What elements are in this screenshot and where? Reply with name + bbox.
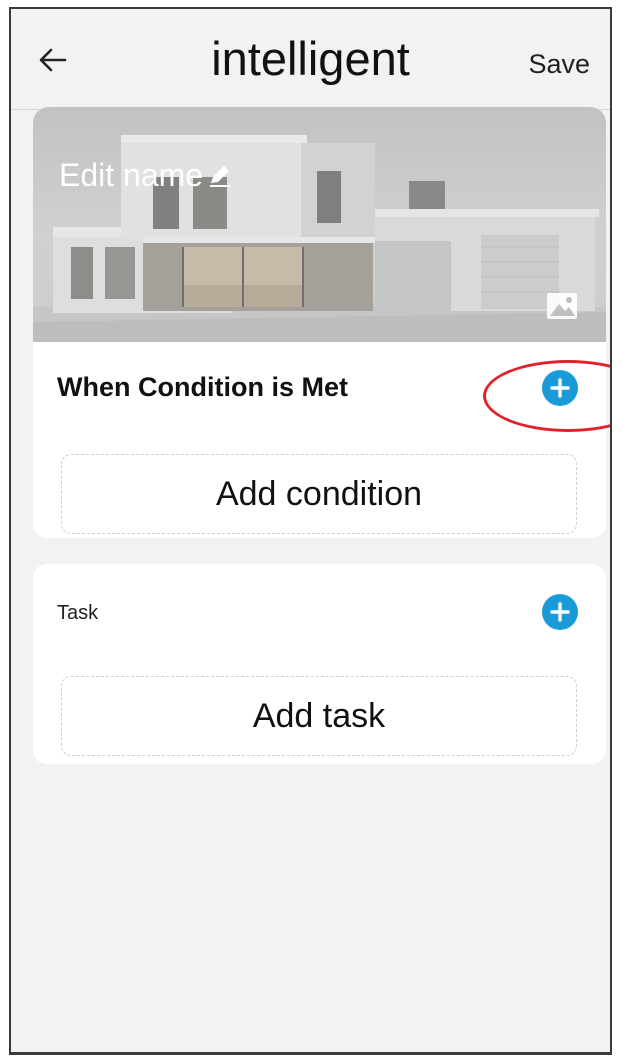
task-section-title: Task xyxy=(57,602,99,624)
save-button[interactable]: Save xyxy=(528,49,590,80)
add-condition-placeholder[interactable]: Add condition xyxy=(61,454,577,534)
phone-screen: intelligent Save Edit name When Conditio… xyxy=(9,7,612,1055)
page-title: intelligent xyxy=(211,32,410,85)
plus-icon xyxy=(550,602,570,622)
condition-section-title: When Condition is Met xyxy=(57,372,348,402)
plus-icon xyxy=(550,378,570,398)
add-task-button[interactable] xyxy=(542,594,578,630)
add-task-placeholder[interactable]: Add task xyxy=(61,676,577,756)
scene-cover-image: Edit name xyxy=(33,107,606,342)
condition-card: When Condition is Met Add condition xyxy=(33,342,610,538)
top-bar: intelligent Save xyxy=(11,9,610,110)
add-condition-button[interactable] xyxy=(542,370,578,406)
house-illustration xyxy=(33,107,606,342)
edit-name-button[interactable]: Edit name xyxy=(59,157,233,194)
task-card: Task Add task xyxy=(33,564,606,764)
edit-name-label: Edit name xyxy=(59,157,204,193)
back-arrow-icon[interactable] xyxy=(37,44,69,76)
pencil-icon xyxy=(210,165,231,187)
change-image-icon[interactable] xyxy=(546,292,578,320)
